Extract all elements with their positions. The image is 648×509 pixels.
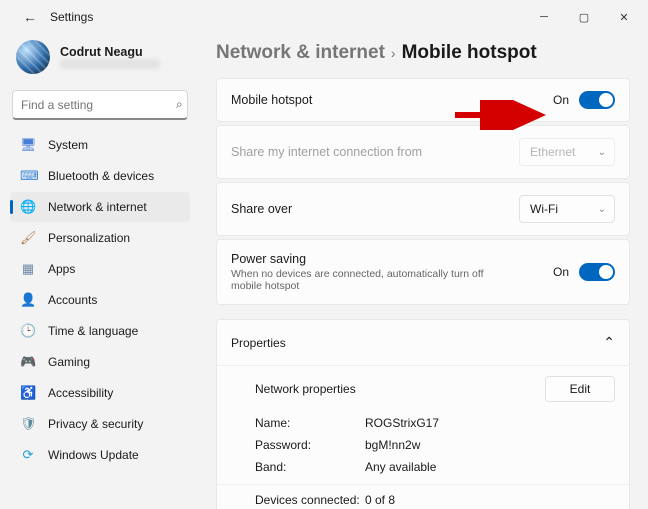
accounts-icon: 👤 bbox=[20, 292, 36, 308]
user-account[interactable]: Codrut Neagu bbox=[8, 34, 192, 86]
power-saving-state-text: On bbox=[553, 265, 569, 279]
apps-icon: ▦ bbox=[20, 261, 36, 277]
chevron-down-icon: ⌄ bbox=[598, 147, 606, 158]
sidebar: Codrut Neagu ⌕ 🖥System ⌨Bluetooth & devi… bbox=[0, 34, 200, 509]
share-from-select: Ethernet ⌄ bbox=[519, 138, 615, 166]
page-title: Mobile hotspot bbox=[402, 42, 537, 64]
user-email-redacted bbox=[60, 59, 160, 69]
share-over-select[interactable]: Wi-Fi ⌄ bbox=[519, 195, 615, 223]
sidebar-item-network[interactable]: 🌐Network & internet bbox=[10, 192, 190, 222]
sidebar-item-apps[interactable]: ▦Apps bbox=[10, 254, 190, 284]
prop-password-label: Password: bbox=[255, 438, 365, 452]
avatar bbox=[16, 40, 50, 74]
gaming-icon: 🎮 bbox=[20, 354, 36, 370]
properties-panel: Network properties Edit Name:ROGStrixG17… bbox=[216, 365, 630, 509]
back-button[interactable]: ← bbox=[16, 9, 44, 25]
bluetooth-icon: ⌨ bbox=[20, 168, 36, 184]
chevron-up-icon: ⌃ bbox=[603, 334, 615, 351]
time-icon: 🕒 bbox=[20, 323, 36, 339]
mobile-hotspot-row: Mobile hotspot On bbox=[216, 78, 630, 122]
sidebar-item-system[interactable]: 🖥System bbox=[10, 130, 190, 160]
system-icon: 🖥 bbox=[20, 137, 36, 153]
search-input[interactable] bbox=[21, 98, 176, 112]
titlebar: ← Settings ─ ▢ ✕ bbox=[0, 0, 648, 34]
nav-list: 🖥System ⌨Bluetooth & devices 🌐Network & … bbox=[8, 130, 192, 470]
maximize-button[interactable]: ▢ bbox=[564, 3, 604, 31]
sidebar-item-gaming[interactable]: 🎮Gaming bbox=[10, 347, 190, 377]
minimize-button[interactable]: ─ bbox=[524, 3, 564, 31]
power-saving-toggle[interactable] bbox=[579, 263, 615, 281]
share-from-row: Share my internet connection from Ethern… bbox=[216, 125, 630, 179]
properties-expander[interactable]: Properties ⌃ bbox=[216, 319, 630, 365]
prop-password-value: bgM!nn2w bbox=[365, 438, 420, 452]
devices-value: 0 of 8 bbox=[365, 493, 395, 507]
accessibility-icon: ♿ bbox=[20, 385, 36, 401]
power-saving-sublabel: When no devices are connected, automatic… bbox=[231, 268, 511, 292]
share-from-label: Share my internet connection from bbox=[231, 145, 519, 159]
power-saving-row: Power saving When no devices are connect… bbox=[216, 239, 630, 305]
chevron-right-icon: › bbox=[391, 45, 396, 61]
prop-band-label: Band: bbox=[255, 460, 365, 474]
privacy-icon: 🛡 bbox=[20, 416, 36, 432]
sidebar-item-bluetooth[interactable]: ⌨Bluetooth & devices bbox=[10, 161, 190, 191]
close-button[interactable]: ✕ bbox=[604, 3, 644, 31]
network-properties-label: Network properties bbox=[255, 382, 356, 396]
sidebar-item-personalization[interactable]: 🖌Personalization bbox=[10, 223, 190, 253]
sidebar-item-update[interactable]: ⟳Windows Update bbox=[10, 440, 190, 470]
properties-title: Properties bbox=[231, 336, 286, 350]
prop-name-label: Name: bbox=[255, 416, 365, 430]
sidebar-item-accounts[interactable]: 👤Accounts bbox=[10, 285, 190, 315]
hotspot-toggle[interactable] bbox=[579, 91, 615, 109]
search-box[interactable]: ⌕ bbox=[12, 90, 188, 120]
main-content: Network & internet › Mobile hotspot Mobi… bbox=[200, 34, 648, 509]
update-icon: ⟳ bbox=[20, 447, 36, 463]
share-over-row: Share over Wi-Fi ⌄ bbox=[216, 182, 630, 236]
share-over-label: Share over bbox=[231, 202, 519, 216]
prop-name-value: ROGStrixG17 bbox=[365, 416, 439, 430]
user-name: Codrut Neagu bbox=[60, 45, 160, 59]
sidebar-item-privacy[interactable]: 🛡Privacy & security bbox=[10, 409, 190, 439]
mobile-hotspot-label: Mobile hotspot bbox=[231, 93, 553, 107]
power-saving-label: Power saving bbox=[231, 252, 511, 266]
breadcrumb-parent[interactable]: Network & internet bbox=[216, 42, 385, 64]
edit-button[interactable]: Edit bbox=[545, 376, 615, 402]
network-icon: 🌐 bbox=[20, 199, 36, 215]
chevron-down-icon: ⌄ bbox=[598, 204, 606, 215]
sidebar-item-time[interactable]: 🕒Time & language bbox=[10, 316, 190, 346]
prop-band-value: Any available bbox=[365, 460, 436, 474]
window-title: Settings bbox=[50, 10, 93, 24]
hotspot-state-text: On bbox=[553, 93, 569, 107]
breadcrumb: Network & internet › Mobile hotspot bbox=[216, 34, 630, 78]
sidebar-item-accessibility[interactable]: ♿Accessibility bbox=[10, 378, 190, 408]
search-icon: ⌕ bbox=[176, 97, 183, 112]
personalization-icon: 🖌 bbox=[20, 230, 36, 246]
devices-label: Devices connected: bbox=[255, 493, 365, 507]
